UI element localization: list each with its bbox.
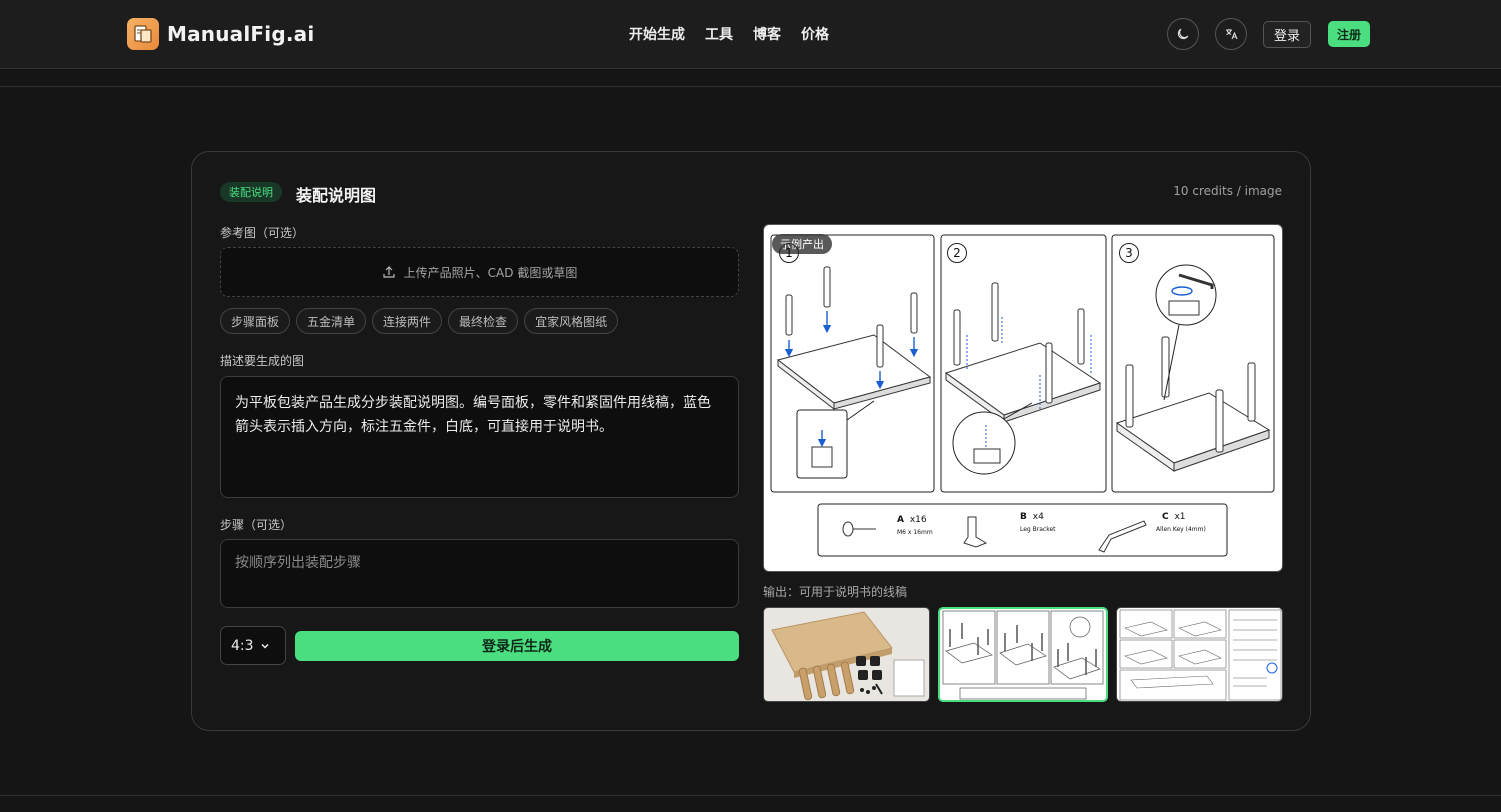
nav-tools[interactable]: 工具 (705, 24, 733, 44)
translate-icon (1226, 29, 1238, 40)
describe-label: 描述要生成的图 (220, 354, 305, 368)
part-qty: x4 (1032, 512, 1044, 522)
thumbnail-manual-page[interactable] (1116, 607, 1283, 702)
line-drawing-image (942, 610, 1104, 700)
chip-connect-parts[interactable]: 连接两件 (372, 308, 443, 334)
part-letter: C (1162, 512, 1169, 522)
steps-label: 步骤（可选） (220, 518, 293, 532)
step-number: 2 (947, 243, 967, 263)
language-button[interactable] (1215, 18, 1247, 50)
step-number: 1 (779, 243, 799, 263)
logo-icon (127, 18, 159, 50)
chip-ikea-style[interactable]: 宜家风格图纸 (524, 308, 619, 334)
thumbnail-line-drawing[interactable] (938, 607, 1108, 702)
chevron-down-icon (261, 643, 269, 649)
thumbnail-product-photo[interactable] (763, 607, 930, 702)
upload-dropzone[interactable]: 上传产品照片、CAD 截图或草图 (220, 247, 739, 297)
brand-logo[interactable]: ManualFig.ai (127, 18, 314, 50)
generator-card: 装配说明 装配说明图 10 credits / image 参考图（可选） 上传… (191, 151, 1311, 731)
part-b: B x4 Leg Bracket (1020, 512, 1056, 533)
credits-info: 10 credits / image (1173, 184, 1282, 198)
part-letter: A (897, 515, 904, 525)
part-qty: x1 (1174, 512, 1186, 522)
header-actions: 登录 注册 (1167, 18, 1371, 50)
step-number: 3 (1119, 243, 1139, 263)
part-name: Leg Bracket (1020, 526, 1056, 533)
part-letter: B (1020, 512, 1027, 522)
aspect-ratio-select[interactable]: 4:3 (220, 626, 286, 665)
part-name: Allen Key (4mm) (1156, 526, 1206, 533)
reference-label: 参考图（可选） (220, 226, 305, 240)
divider (0, 86, 1501, 87)
login-button[interactable]: 登录 (1263, 20, 1312, 48)
part-c: C x1 Allen Key (4mm) (1156, 512, 1206, 533)
chip-final-check[interactable]: 最终检查 (448, 308, 519, 334)
chip-step-panel[interactable]: 步骤面板 (220, 308, 291, 334)
top-bar: ManualFig.ai 开始生成 工具 博客 价格 登录 注册 (0, 0, 1501, 69)
upload-icon (383, 266, 395, 278)
main-nav: 开始生成 工具 博客 价格 (629, 24, 829, 44)
footer-divider (0, 795, 1501, 796)
part-qty: x16 (909, 515, 927, 525)
sample-preview: 示例产出 1 2 3 A x16 M6 x 16mm B x4 Leg Brac… (763, 224, 1283, 572)
signup-button[interactable]: 注册 (1328, 21, 1371, 47)
steps-textarea[interactable]: 按顺序列出装配步骤 (220, 539, 739, 608)
upload-text: 上传产品照片、CAD 截图或草图 (403, 265, 578, 280)
output-label: 输出：可用于说明书的线稿 (763, 585, 908, 599)
card-title: 装配说明图 (296, 186, 377, 205)
chip-hardware-list[interactable]: 五金清单 (296, 308, 367, 334)
nav-blog[interactable]: 博客 (753, 24, 781, 44)
nav-start[interactable]: 开始生成 (629, 24, 685, 44)
moon-icon (1177, 28, 1189, 40)
brand-name: ManualFig.ai (167, 22, 315, 46)
ratio-value: 4:3 (231, 637, 254, 654)
nav-pricing[interactable]: 价格 (801, 24, 829, 44)
description-textarea[interactable]: 为平板包装产品生成分步装配说明图。编号面板，零件和紧固件用线稿，蓝色箭头表示插入… (220, 376, 739, 498)
generate-button[interactable]: 登录后生成 (295, 631, 739, 661)
preset-chips: 步骤面板 五金清单 连接两件 最终检查 宜家风格图纸 (220, 308, 619, 334)
part-a: A x16 M6 x 16mm (897, 515, 933, 536)
manual-page-image (1119, 609, 1282, 701)
thumbnail-strip (763, 607, 1283, 702)
category-badge: 装配说明 (220, 182, 282, 202)
theme-toggle-button[interactable] (1167, 18, 1199, 50)
product-photo-image (771, 611, 925, 701)
part-name: M6 x 16mm (897, 529, 933, 536)
